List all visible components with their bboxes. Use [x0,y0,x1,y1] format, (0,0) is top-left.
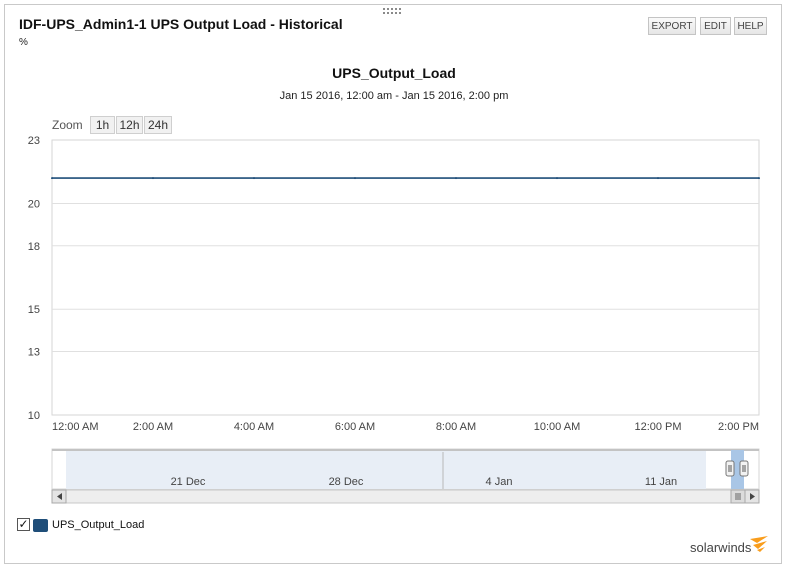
y-tick-label: 23 [28,135,40,147]
legend-swatch [33,519,48,532]
x-tick-label: 12:00 AM [52,421,98,433]
data-point [556,177,558,180]
navigator-label: 4 Jan [486,476,513,488]
x-axis-ticks: 12:00 AM 2:00 AM 4:00 AM 6:00 AM 8:00 AM 10:0… [52,421,759,433]
y-tick-label: 15 [28,304,40,316]
x-tick-label: 2:00 PM [718,421,759,433]
x-tick-label: 12:00 PM [634,421,681,433]
x-tick-label: 2:00 AM [133,421,173,433]
scrollbar-track[interactable] [51,489,760,504]
solarwinds-logo-icon [750,536,768,552]
navigator-shade [66,450,706,489]
x-tick-label: 10:00 AM [534,421,580,433]
line-chart: 23 20 18 15 13 10 12:00 AM 2:00 AM 4:00 AM 6:00 … [28,135,760,504]
x-tick-label: 6:00 AM [335,421,375,433]
legend-checkbox[interactable]: ✓ [17,518,30,531]
y-tick-label: 18 [28,241,40,253]
navigator-label: 21 Dec [171,476,206,488]
data-point [253,177,255,180]
navigator-label: 28 Dec [329,476,364,488]
plot-area [51,139,760,416]
series-group [51,177,760,180]
data-point [455,177,457,180]
navigator-left-handle[interactable] [725,460,735,477]
data-point [354,177,356,180]
navigator-right-handle[interactable] [739,460,749,477]
data-point [758,177,760,180]
y-tick-label: 20 [28,198,40,210]
x-tick-label: 4:00 AM [234,421,274,433]
scroll-left-button[interactable] [51,489,67,504]
x-tick-label: 8:00 AM [436,421,476,433]
y-tick-label: 10 [28,410,40,422]
data-point [152,177,154,180]
data-point [51,177,53,180]
navigator-label: 11 Jan [645,476,677,488]
brand-logo-text: solarwinds [690,540,752,555]
y-tick-label: 13 [28,347,40,359]
legend-label: UPS_Output_Load [52,519,145,531]
y-axis-ticks: 23 20 18 15 13 10 [28,135,40,422]
scroll-thumb[interactable] [730,489,746,504]
data-point [657,177,659,180]
scroll-right-button[interactable] [744,489,760,504]
